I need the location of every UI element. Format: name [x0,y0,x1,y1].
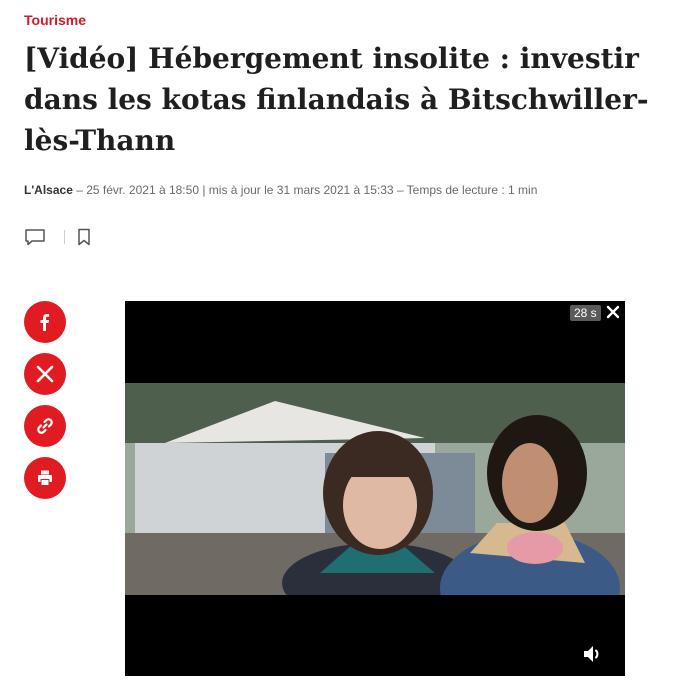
video-countdown: 28 s [570,305,601,321]
x-share-button[interactable] [24,353,66,395]
source-name[interactable]: L'Alsace [24,183,73,197]
bookmark-icon[interactable] [77,227,93,247]
actions-divider [64,230,65,244]
meta-dates: – 25 févr. 2021 à 18:50 | mis à jour le … [72,183,538,197]
volume-icon[interactable] [581,643,607,665]
comment-icon[interactable] [24,226,48,248]
x-icon [36,365,54,383]
print-icon [38,470,52,486]
copy-link-button[interactable] [24,405,66,447]
video-player[interactable]: 28 s [125,301,625,676]
video-frame [125,383,625,595]
facebook-icon [40,314,50,331]
facebook-share-button[interactable] [24,301,66,343]
article-meta: L'Alsace – 25 févr. 2021 à 18:50 | mis à… [24,183,537,197]
share-bar [24,301,66,509]
article-title: [Vidéo] Hébergement insolite : investir … [24,42,649,157]
article-actions [24,226,93,248]
close-icon[interactable] [604,303,622,321]
print-button[interactable] [24,457,66,499]
link-icon [37,418,53,434]
category-link[interactable]: Tourisme [24,12,86,28]
